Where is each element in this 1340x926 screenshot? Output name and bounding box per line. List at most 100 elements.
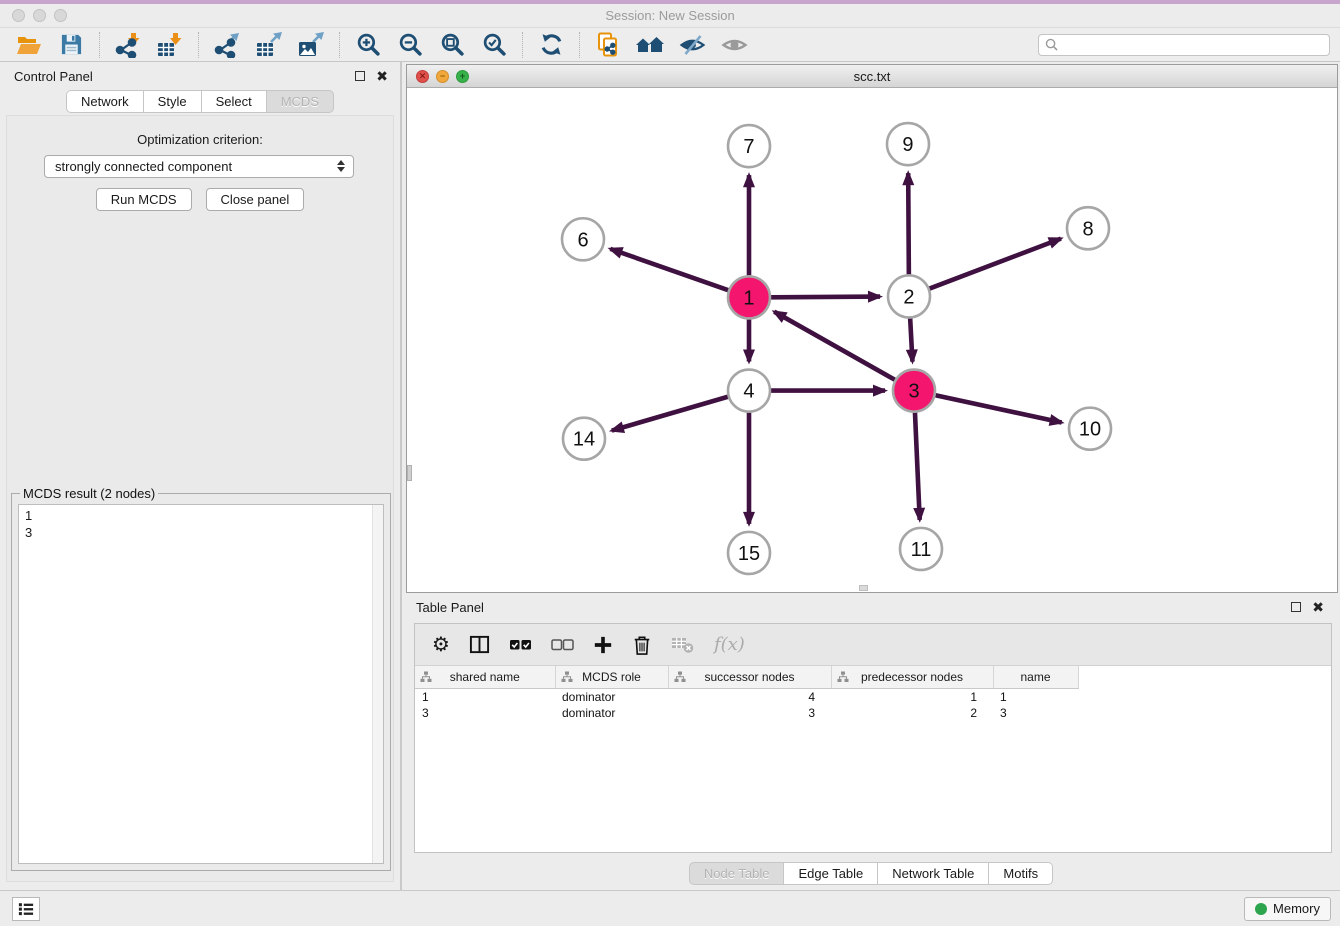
tab-network[interactable]: Network [66,90,144,113]
graph-edge-4-14[interactable] [612,397,728,431]
float-table-panel-icon[interactable] [1291,602,1301,612]
show-all-button[interactable] [715,30,753,60]
mcds-result-text[interactable]: 13 [18,504,384,864]
table-cell[interactable]: 1 [831,688,993,705]
export-table-button[interactable] [250,30,288,60]
node-table-container: ⚙ [414,623,1332,853]
tab-node-table[interactable]: Node Table [689,862,785,885]
zoom-selected-button[interactable] [475,30,513,60]
export-table-icon [255,32,283,58]
graph-edge-3-1[interactable] [774,312,895,380]
table-cell[interactable]: dominator [555,705,668,721]
table-cell[interactable]: 2 [831,705,993,721]
graph-node-9[interactable]: 9 [887,123,929,165]
graph-edge-3-10[interactable] [936,395,1062,422]
network-close-button[interactable]: ✕ [416,70,429,83]
graph-node-2[interactable]: 2 [888,275,930,317]
table-cell[interactable]: 3 [668,705,831,721]
zoom-in-button[interactable] [349,30,387,60]
select-all-button[interactable] [509,636,532,653]
table-cell[interactable]: 1 [993,688,1078,705]
mcds-result-line: 1 [25,507,367,524]
graph-edge-1-2[interactable] [771,297,880,298]
graph-node-10[interactable]: 10 [1069,408,1111,450]
task-history-button[interactable] [12,897,40,921]
column-header-predecessor-nodes[interactable]: predecessor nodes [831,666,993,688]
delete-table-button[interactable] [671,635,695,654]
close-panel-icon[interactable]: ✖ [376,69,388,83]
table-cell[interactable]: 3 [415,705,555,721]
graph-node-14[interactable]: 14 [563,418,605,460]
table-cell[interactable]: dominator [555,688,668,705]
import-table-button[interactable] [151,30,189,60]
network-canvas[interactable]: 1 2 3 4 6 7 8 9 10 11 14 15 [407,88,1337,592]
table-settings-button[interactable]: ⚙ [432,635,450,655]
graph-node-15[interactable]: 15 [728,532,770,574]
graph-edge-2-9[interactable] [908,173,909,274]
result-scrollbar[interactable] [372,505,383,863]
graph-node-4[interactable]: 4 [728,370,770,412]
graph-node-6[interactable]: 6 [562,218,604,260]
criterion-select[interactable]: strongly connected component [44,155,354,178]
show-columns-button[interactable] [469,634,490,655]
open-session-button[interactable] [10,30,48,60]
float-panel-icon[interactable] [355,71,365,81]
search-input[interactable] [1062,38,1323,52]
graph-node-1[interactable]: 1 [728,276,770,318]
table-row[interactable]: 3dominator323 [415,705,1078,721]
hide-selected-button[interactable] [673,30,711,60]
close-window-button[interactable] [12,9,25,22]
control-panel-title: Control Panel [14,69,93,84]
graph-edge-1-6[interactable] [610,249,728,290]
export-image-button[interactable] [292,30,330,60]
graph-node-8[interactable]: 8 [1067,207,1109,249]
memory-button[interactable]: Memory [1244,897,1331,921]
create-column-button[interactable] [593,635,613,655]
svg-text:8: 8 [1082,218,1093,240]
graph-edge-2-8[interactable] [930,239,1061,289]
graph-node-7[interactable]: 7 [728,125,770,167]
tab-select[interactable]: Select [202,90,267,113]
tab-network-table[interactable]: Network Table [878,862,989,885]
table-cell[interactable]: 1 [415,688,555,705]
canvas-vscroll-handle[interactable] [407,465,412,481]
table-cell[interactable]: 4 [668,688,831,705]
export-network-button[interactable] [208,30,246,60]
zoom-out-button[interactable] [391,30,429,60]
table-cell[interactable]: 3 [993,705,1078,721]
delete-column-button[interactable] [632,634,652,656]
tab-edge-table[interactable]: Edge Table [784,862,878,885]
run-mcds-button[interactable]: Run MCDS [96,188,192,211]
maximize-window-button[interactable] [54,9,67,22]
save-session-button[interactable] [52,30,90,60]
deselect-all-button[interactable] [551,636,574,653]
minimize-window-button[interactable] [33,9,46,22]
import-network-button[interactable] [109,30,147,60]
graph-edge-2-3[interactable] [910,318,912,361]
search-box[interactable] [1038,34,1330,56]
network-maximize-button[interactable]: + [456,70,469,83]
column-header-name[interactable]: name [993,666,1078,688]
close-panel-button[interactable]: Close panel [206,188,305,211]
column-header-successor-nodes[interactable]: successor nodes [668,666,831,688]
graph-node-3[interactable]: 3 [893,370,935,412]
function-builder-button[interactable]: f(x) [714,634,745,655]
home-button[interactable] [631,30,669,60]
zoom-fit-button[interactable] [433,30,471,60]
graph-node-11[interactable]: 11 [900,528,942,570]
column-header-shared-name[interactable]: shared name [415,666,555,688]
tab-motifs[interactable]: Motifs [989,862,1053,885]
column-header-MCDS-role[interactable]: MCDS role [555,666,668,688]
duplicate-network-button[interactable] [589,30,627,60]
toolbar-separator [339,32,340,58]
node-table: shared nameMCDS rolesuccessor nodesprede… [415,666,1079,721]
tab-mcds[interactable]: MCDS [267,90,334,113]
apply-layout-button[interactable] [532,30,570,60]
canvas-hscroll-handle[interactable] [859,585,868,591]
network-minimize-button[interactable]: − [436,70,449,83]
tab-style[interactable]: Style [144,90,202,113]
close-table-panel-icon[interactable]: ✖ [1312,600,1324,614]
graph-edge-3-11[interactable] [915,413,920,520]
network-window-titlebar[interactable]: ✕ − + scc.txt [407,65,1337,88]
table-row[interactable]: 1dominator411 [415,688,1078,705]
